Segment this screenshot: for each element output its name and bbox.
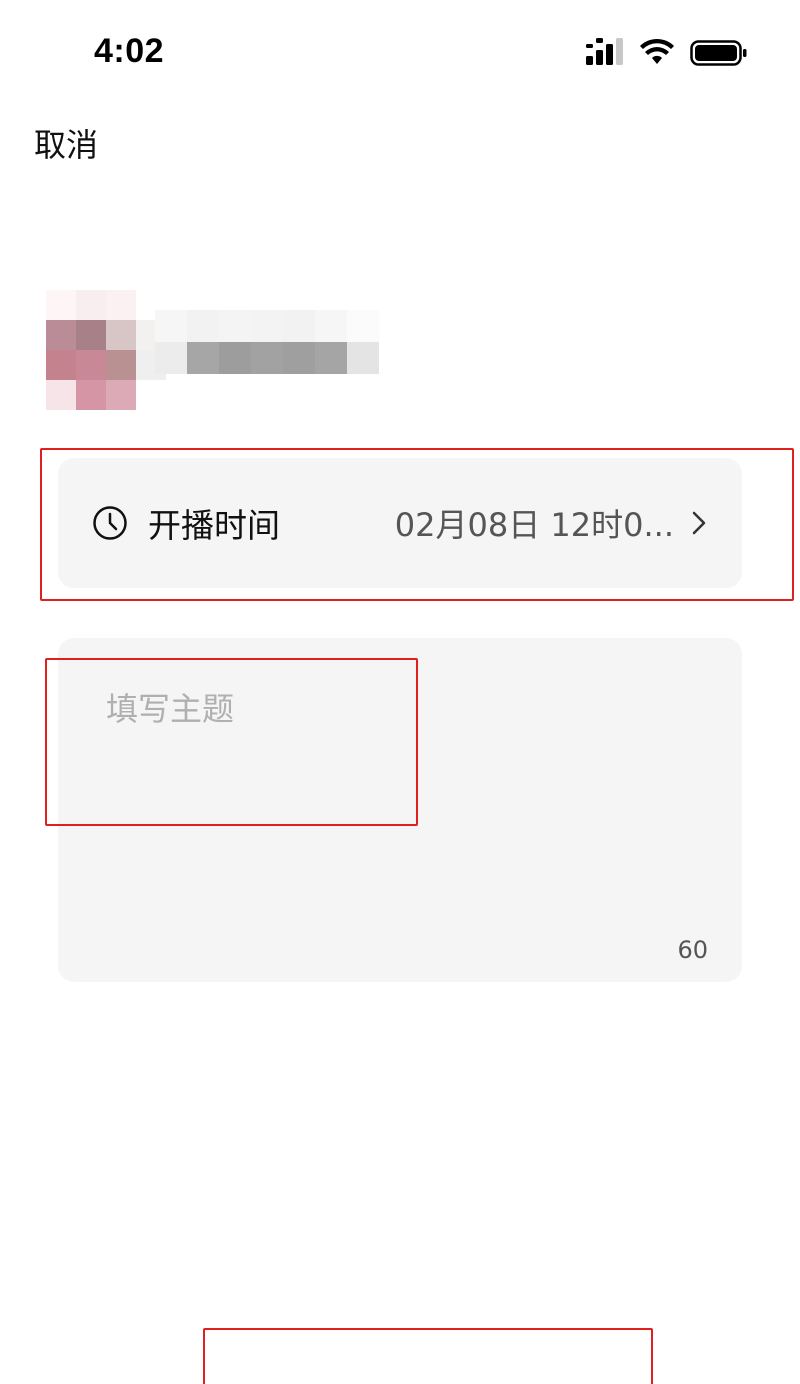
topic-card: 60 [58, 638, 742, 982]
battery-icon [690, 40, 747, 66]
live-schedule-screen: 4:02 取消 开播时间 02月08日 12时0... 填写主题 60 [0, 0, 800, 1384]
clock-icon [93, 506, 127, 540]
topic-input[interactable] [106, 684, 686, 904]
avatar[interactable] [46, 290, 166, 410]
annotation-box-bottom [203, 1328, 653, 1384]
cellular-signal-icon [586, 38, 623, 65]
wifi-icon [640, 38, 674, 64]
start-time-label: 开播时间 [148, 506, 280, 545]
username [155, 310, 380, 380]
status-time: 4:02 [94, 32, 165, 70]
char-limit-counter: 60 [677, 936, 708, 964]
start-time-value: 02月08日 12时0... [394, 506, 674, 544]
user-row [40, 280, 390, 420]
chevron-right-icon [692, 511, 706, 535]
cancel-button[interactable]: 取消 [34, 120, 98, 166]
start-time-row[interactable]: 开播时间 02月08日 12时0... [58, 458, 742, 588]
